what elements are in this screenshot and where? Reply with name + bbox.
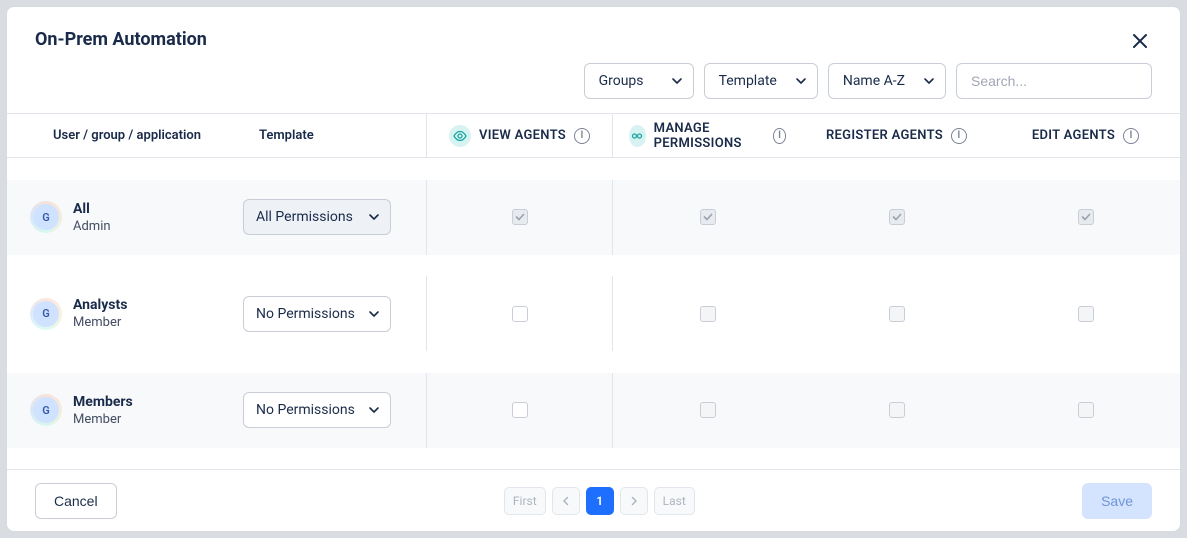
permission-cell (613, 373, 802, 448)
save-button[interactable]: Save (1082, 483, 1152, 519)
info-icon[interactable]: i (1123, 128, 1139, 144)
chevron-down-icon (368, 211, 380, 223)
pager-next-button[interactable] (620, 487, 648, 515)
column-header-manage-permissions-label: MANAGE PERMISSIONS (654, 121, 766, 151)
column-header-name: User / group / application (23, 128, 259, 143)
close-button[interactable] (1128, 29, 1152, 53)
filter-template-label: Template (719, 73, 777, 89)
permission-checkbox[interactable] (700, 209, 716, 225)
template-select[interactable]: All Permissions (243, 199, 391, 235)
column-header-left: User / group / application Template (7, 114, 427, 158)
pagination: First 1 Last (504, 487, 695, 515)
info-icon[interactable]: i (951, 128, 967, 144)
mask-icon (629, 125, 646, 147)
close-icon (1130, 31, 1150, 51)
search-input[interactable] (969, 72, 1154, 90)
table-row-left: G All Admin All Permissions (7, 180, 427, 255)
eye-icon (449, 125, 471, 147)
permission-checkbox[interactable] (889, 209, 905, 225)
column-header-register-agents: REGISTER AGENTS i (802, 114, 991, 158)
permissions-table: User / group / application Template VIEW… (7, 113, 1180, 469)
chevron-down-icon (795, 75, 807, 87)
column-header-view-agents-label: VIEW AGENTS (479, 128, 566, 143)
permission-cell (802, 373, 991, 448)
permission-cell (613, 180, 802, 255)
modal-title: On-Prem Automation (35, 29, 207, 50)
group-role: Member (73, 315, 127, 330)
template-select[interactable]: No Permissions (243, 392, 391, 428)
pager-last-label: Last (663, 494, 686, 508)
permission-cell (802, 180, 991, 255)
permission-cell (427, 373, 613, 448)
permission-cell (991, 180, 1180, 255)
group-badge: G (33, 301, 59, 327)
table-row-left: G Members Member No Permissions (7, 373, 427, 448)
permission-checkbox[interactable] (512, 402, 528, 418)
filter-groups-dropdown[interactable]: Groups (584, 63, 694, 99)
pager-first-button[interactable]: First (504, 487, 546, 515)
search-box[interactable] (956, 63, 1152, 99)
permission-cell (991, 276, 1180, 351)
permission-checkbox[interactable] (1078, 402, 1094, 418)
info-icon[interactable]: i (773, 128, 786, 144)
permission-cell (613, 276, 802, 351)
group-avatar: G (33, 397, 59, 423)
column-header-template: Template (259, 128, 410, 143)
template-select[interactable]: No Permissions (243, 296, 391, 332)
column-header-register-agents-label: REGISTER AGENTS (826, 128, 943, 143)
group-role: Member (73, 412, 133, 427)
info-icon[interactable]: i (574, 128, 590, 144)
column-header-edit-agents-label: EDIT AGENTS (1032, 128, 1115, 143)
group-avatar: G (33, 301, 59, 327)
pager-prev-button[interactable] (552, 487, 580, 515)
permission-checkbox[interactable] (889, 402, 905, 418)
group-name: Analysts (73, 297, 127, 313)
permission-checkbox[interactable] (512, 306, 528, 322)
group-badge: G (33, 397, 59, 423)
group-name: All (73, 201, 111, 217)
chevron-left-icon (561, 496, 571, 506)
permission-cell (427, 180, 613, 255)
modal-footer: Cancel First 1 Last Save (7, 469, 1180, 531)
pager-page-current-label: 1 (596, 494, 603, 508)
group-badge: G (33, 204, 59, 230)
permission-checkbox[interactable] (1078, 209, 1094, 225)
chevron-down-icon (368, 308, 380, 320)
permission-checkbox[interactable] (512, 209, 528, 225)
template-select-value: No Permissions (256, 306, 355, 322)
group-avatar: G (33, 204, 59, 230)
pager-first-label: First (513, 494, 537, 508)
permission-checkbox[interactable] (700, 306, 716, 322)
permission-cell (802, 276, 991, 351)
permission-checkbox[interactable] (1078, 306, 1094, 322)
chevron-down-icon (923, 75, 935, 87)
pager-page-current[interactable]: 1 (586, 487, 614, 515)
column-header-manage-permissions: MANAGE PERMISSIONS i (613, 114, 802, 158)
group-role: Admin (73, 219, 111, 234)
chevron-down-icon (671, 75, 683, 87)
column-header-view-agents: VIEW AGENTS i (427, 114, 613, 158)
template-select-value: All Permissions (256, 209, 353, 225)
permissions-modal: On-Prem Automation Groups Template Name … (6, 6, 1181, 532)
sort-label: Name A-Z (843, 73, 905, 89)
group-name: Members (73, 394, 133, 410)
permission-cell (991, 373, 1180, 448)
sort-dropdown[interactable]: Name A-Z (828, 63, 946, 99)
chevron-down-icon (368, 404, 380, 416)
cancel-button-label: Cancel (54, 493, 98, 509)
filter-template-dropdown[interactable]: Template (704, 63, 818, 99)
permission-checkbox[interactable] (889, 306, 905, 322)
pager-last-button[interactable]: Last (654, 487, 695, 515)
modal-header: On-Prem Automation (7, 7, 1180, 63)
table-row-left: G Analysts Member No Permissions (7, 276, 427, 351)
permission-cell (427, 276, 613, 351)
save-button-label: Save (1101, 493, 1133, 509)
column-header-edit-agents: EDIT AGENTS i (991, 114, 1180, 158)
filter-groups-label: Groups (599, 73, 644, 89)
toolbar: Groups Template Name A-Z (7, 63, 1180, 113)
template-select-value: No Permissions (256, 402, 355, 418)
cancel-button[interactable]: Cancel (35, 483, 117, 519)
permission-checkbox[interactable] (700, 402, 716, 418)
chevron-right-icon (629, 496, 639, 506)
